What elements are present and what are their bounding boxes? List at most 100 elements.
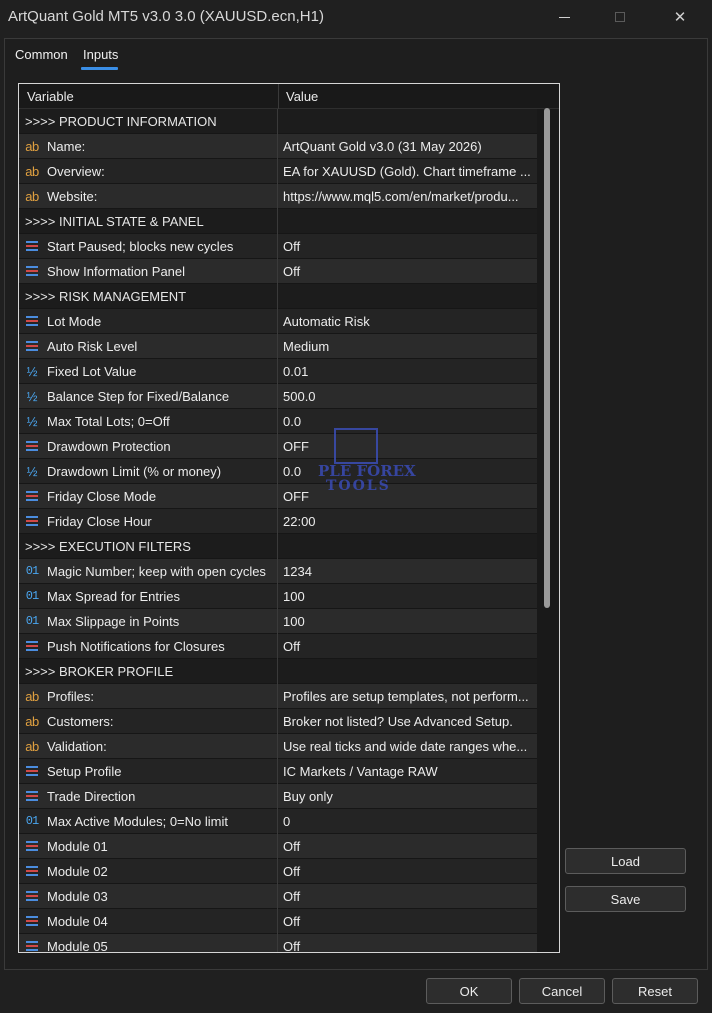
variable-cell: 01 Magic Number; keep with open cycles: [19, 559, 278, 584]
tab-common[interactable]: Common: [15, 47, 68, 62]
active-tab-indicator: [81, 67, 118, 70]
reset-button[interactable]: Reset: [612, 978, 698, 1004]
value-cell[interactable]: Off: [279, 884, 537, 909]
type-glyph: ab: [25, 163, 39, 179]
value-cell[interactable]: Profiles are setup templates, not perfor…: [279, 684, 537, 709]
ok-button[interactable]: OK: [426, 978, 512, 1004]
parameter-row[interactable]: ab Name: ArtQuant Gold v3.0 (31 May 2026): [19, 134, 537, 159]
maximize-icon: [615, 12, 625, 22]
load-button[interactable]: Load: [565, 848, 686, 874]
parameter-row[interactable]: Module 04 Off: [19, 909, 537, 934]
parameter-row[interactable]: ab Customers: Broker not listed? Use Advan…: [19, 709, 537, 734]
value-text: 22:00: [283, 514, 316, 529]
value-cell[interactable]: Off: [279, 934, 537, 952]
value-cell: [279, 109, 537, 134]
value-cell[interactable]: IC Markets / Vantage RAW: [279, 759, 537, 784]
value-cell[interactable]: 0.0: [279, 459, 537, 484]
parameter-row[interactable]: ab Overview: EA for XAUUSD (Gold). Chart t…: [19, 159, 537, 184]
parameter-row[interactable]: ½ Max Total Lots; 0=Off 0.0: [19, 409, 537, 434]
header-value[interactable]: Value: [286, 89, 318, 104]
parameter-row[interactable]: Push Notifications for Closures Off: [19, 634, 537, 659]
value-cell[interactable]: EA for XAUUSD (Gold). Chart timeframe ..…: [279, 159, 537, 184]
string-type-icon: ab: [24, 713, 40, 729]
parameter-row[interactable]: Auto Risk Level Medium: [19, 334, 537, 359]
parameter-row[interactable]: ½ Fixed Lot Value 0.01: [19, 359, 537, 384]
value-cell[interactable]: OFF: [279, 484, 537, 509]
value-cell[interactable]: Buy only: [279, 784, 537, 809]
value-cell[interactable]: Off: [279, 259, 537, 284]
parameter-row[interactable]: Setup Profile IC Markets / Vantage RAW: [19, 759, 537, 784]
value-cell[interactable]: 1234: [279, 559, 537, 584]
parameter-row[interactable]: Module 02 Off: [19, 859, 537, 884]
value-cell[interactable]: Off: [279, 834, 537, 859]
value-cell[interactable]: Automatic Risk: [279, 309, 537, 334]
parameter-row[interactable]: Drawdown Protection OFF: [19, 434, 537, 459]
parameter-row[interactable]: Friday Close Mode OFF: [19, 484, 537, 509]
variable-label: Push Notifications for Closures: [47, 639, 225, 654]
variable-cell: Trade Direction: [19, 784, 278, 809]
section-row: >>>> RISK MANAGEMENT: [19, 284, 537, 309]
save-button[interactable]: Save: [565, 886, 686, 912]
parameter-row[interactable]: 01 Max Slippage in Points 100: [19, 609, 537, 634]
parameter-row[interactable]: ½ Drawdown Limit (% or money) 0.0: [19, 459, 537, 484]
header-variable[interactable]: Variable: [27, 89, 74, 104]
parameter-row[interactable]: Lot Mode Automatic Risk: [19, 309, 537, 334]
value-cell[interactable]: 22:00: [279, 509, 537, 534]
maximize-button[interactable]: [604, 4, 636, 30]
parameter-row[interactable]: ½ Balance Step for Fixed/Balance 500.0: [19, 384, 537, 409]
parameter-row[interactable]: Trade Direction Buy only: [19, 784, 537, 809]
value-cell[interactable]: 0.01: [279, 359, 537, 384]
tab-inputs[interactable]: Inputs: [83, 47, 118, 62]
header-separator[interactable]: [278, 84, 279, 109]
value-cell[interactable]: Off: [279, 859, 537, 884]
enum-glyph: [25, 864, 39, 878]
value-cell[interactable]: Off: [279, 234, 537, 259]
enum-glyph: [25, 239, 39, 253]
variable-cell: >>>> INITIAL STATE & PANEL: [19, 209, 278, 234]
parameter-row[interactable]: Module 01 Off: [19, 834, 537, 859]
parameter-row[interactable]: 01 Magic Number; keep with open cycles 123…: [19, 559, 537, 584]
integer-type-icon: 01: [24, 613, 40, 629]
value-text: Automatic Risk: [283, 314, 370, 329]
variable-cell: Auto Risk Level: [19, 334, 278, 359]
variable-label: Website:: [47, 189, 98, 204]
enum-type-icon: [24, 488, 40, 504]
variable-cell: ab Profiles:: [19, 684, 278, 709]
value-cell[interactable]: 0: [279, 809, 537, 834]
parameter-row[interactable]: Start Paused; blocks new cycles Off: [19, 234, 537, 259]
minimize-button[interactable]: [548, 4, 580, 30]
cancel-button[interactable]: Cancel: [519, 978, 605, 1004]
value-cell[interactable]: Off: [279, 909, 537, 934]
parameter-row[interactable]: Show Information Panel Off: [19, 259, 537, 284]
enum-type-icon: [24, 938, 40, 952]
parameter-row[interactable]: 01 Max Active Modules; 0=No limit 0: [19, 809, 537, 834]
type-glyph: ½: [26, 363, 38, 379]
parameter-row[interactable]: ab Website: https://www.mql5.com/en/market…: [19, 184, 537, 209]
parameter-row[interactable]: Module 05 Off: [19, 934, 537, 952]
integer-type-icon: 01: [24, 588, 40, 604]
parameter-row[interactable]: Friday Close Hour 22:00: [19, 509, 537, 534]
value-cell[interactable]: 100: [279, 609, 537, 634]
close-button[interactable]: ✕: [664, 4, 696, 30]
variable-label: Show Information Panel: [47, 264, 186, 279]
section-label: >>>> PRODUCT INFORMATION: [25, 114, 217, 129]
value-cell[interactable]: Use real ticks and wide date ranges whe.…: [279, 734, 537, 759]
value-text: IC Markets / Vantage RAW: [283, 764, 438, 779]
parameter-row[interactable]: Module 03 Off: [19, 884, 537, 909]
value-cell[interactable]: https://www.mql5.com/en/market/produ...: [279, 184, 537, 209]
variable-cell: Module 03: [19, 884, 278, 909]
value-cell[interactable]: 500.0: [279, 384, 537, 409]
value-cell[interactable]: 100: [279, 584, 537, 609]
enum-glyph: [25, 489, 39, 503]
value-cell[interactable]: OFF: [279, 434, 537, 459]
value-cell[interactable]: Broker not listed? Use Advanced Setup.: [279, 709, 537, 734]
value-cell[interactable]: Off: [279, 634, 537, 659]
value-cell[interactable]: ArtQuant Gold v3.0 (31 May 2026): [279, 134, 537, 159]
vertical-scrollbar[interactable]: [544, 108, 550, 608]
value-cell[interactable]: Medium: [279, 334, 537, 359]
parameter-row[interactable]: 01 Max Spread for Entries 100: [19, 584, 537, 609]
variable-cell: Module 04: [19, 909, 278, 934]
parameter-row[interactable]: ab Profiles: Profiles are setup templates,…: [19, 684, 537, 709]
value-cell[interactable]: 0.0: [279, 409, 537, 434]
parameter-row[interactable]: ab Validation: Use real ticks and wide dat…: [19, 734, 537, 759]
